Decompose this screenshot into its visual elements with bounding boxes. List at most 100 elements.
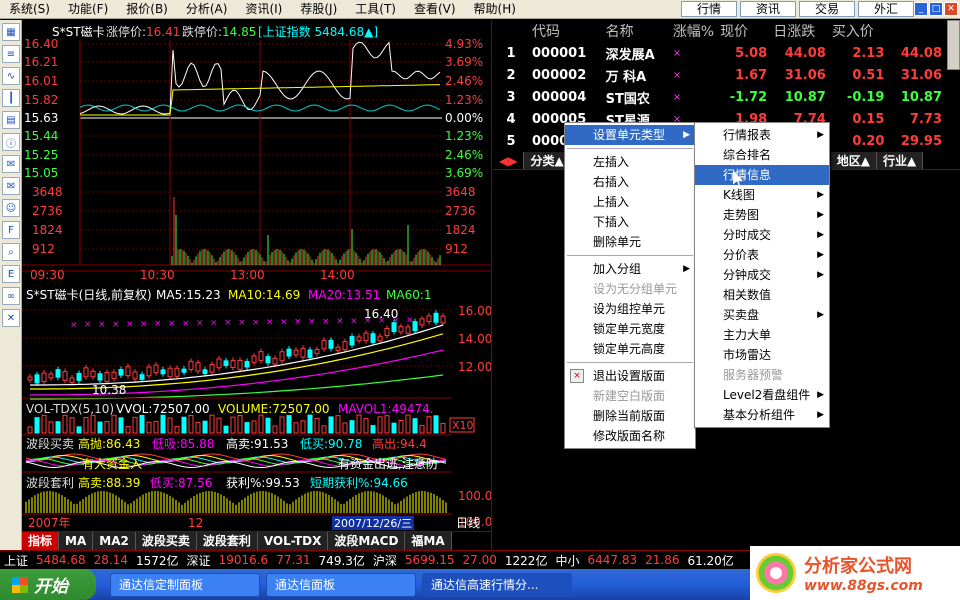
context-menu-item-10[interactable]: 设为组控单元 [565,299,695,319]
taskbar-item-panel[interactable]: 通达信面板 [266,572,416,597]
maximize-icon[interactable]: □ [929,2,943,16]
submenu-item-0[interactable]: 行情报表 ▶ [695,125,829,145]
context-menu-item-12[interactable]: 锁定单元高度 [565,339,695,359]
news-icon[interactable]: ✉ [2,155,20,173]
context-menu-item-8[interactable]: 加入分组 ▶ [565,259,695,279]
header-0[interactable]: 代码 [529,20,603,42]
submenu-item-11[interactable]: 市场雷达 [695,345,829,365]
volume-bar [258,414,264,434]
context-menu-item-6[interactable]: 删除单元 [565,232,695,252]
indicator-tab-3[interactable]: 波段买卖 [135,532,197,550]
indicator-tab-4[interactable]: 波段套利 [196,532,258,550]
f10-icon[interactable]: F [2,221,20,239]
search-icon[interactable]: ⌕ [2,243,20,261]
indicator-tab-6[interactable]: 波段MACD [328,532,406,550]
news-button[interactable]: 资讯 [740,1,796,17]
taskbar-item-market[interactable]: 通达信高速行情分... [422,572,572,597]
menu-separator [567,255,693,256]
context-menu-item-17[interactable]: 修改版面名称 [565,426,695,446]
menu-quote[interactable]: 报价(B) [117,0,177,19]
submenu-item-13[interactable]: Level2看盘组件 ▶ [695,385,829,405]
eif-icon[interactable]: E [2,265,20,283]
start-button[interactable]: 开始 [0,569,96,600]
grid-icon[interactable]: ▦ [2,23,20,41]
close-icon[interactable]: ✕ [944,2,958,16]
table-row[interactable]: 3 000004 ST国农 × -1.72 10.87 -0.19 10.87 [493,86,945,108]
header-3[interactable]: 现价 [717,20,770,42]
submenu-item-6[interactable]: 分价表 ▶ [695,245,829,265]
minimize-icon[interactable]: _ [914,2,928,16]
cell-price: 44.08 [784,45,826,61]
volume-tick-right: 3648 [445,185,476,199]
start-label: 开始 [34,577,68,597]
taskbar-item-custom-panel[interactable]: 通达信定制面板 [110,572,260,597]
submenu-item-2[interactable]: 行情信息 [695,165,829,185]
submenu-item-7[interactable]: 分钟成交 ▶ [695,265,829,285]
header-1[interactable]: 名称 [603,20,670,42]
trade-button[interactable]: 交易 [799,1,855,17]
tab-region[interactable]: 地区▲ [830,152,877,169]
submenu-item-9[interactable]: 买卖盘 ▶ [695,305,829,325]
context-menu-item-11[interactable]: 锁定单元宽度 [565,319,695,339]
indicator-tab-2[interactable]: MA2 [93,532,136,550]
kline-candle [342,341,348,351]
kline-icon[interactable]: ┃ [2,89,20,107]
submenu-arrow-icon: ▶ [817,270,824,280]
indicator-tab-5[interactable]: VOL-TDX [257,532,329,550]
market-button[interactable]: 行情 [681,1,737,17]
indicator-tab-1[interactable]: MA [59,532,94,550]
menu-function[interactable]: 功能(F) [59,0,117,19]
quote-scrollbar[interactable] [947,20,960,70]
submenu-item-14[interactable]: 基本分析组件 ▶ [695,405,829,425]
submenu-item-10[interactable]: 主力大单 [695,325,829,345]
mail-icon[interactable]: ✉ [2,177,20,195]
volume-bar [202,420,208,434]
submenu-item-3[interactable]: K线图 ▶ [695,185,829,205]
forex-button[interactable]: 外汇 [858,1,914,17]
sh-label: 上证 [4,553,29,568]
submenu-item-5[interactable]: 分时成交 ▶ [695,225,829,245]
people-icon[interactable]: ☺ [2,199,20,217]
table-row[interactable]: 2 000002 万 科A × 1.67 31.06 0.51 31.06 [493,64,945,86]
header-2[interactable]: 涨幅% [670,20,717,42]
menu-label: 走势图 [723,208,760,222]
info-icon[interactable]: ⓘ [2,133,20,151]
submenu-item-8[interactable]: 相关数值 [695,285,829,305]
line-chart-icon[interactable]: ∿ [2,67,20,85]
menu-tools[interactable]: 工具(T) [346,0,405,19]
volume-bar [272,425,278,434]
header-5[interactable]: 买入价 [829,20,888,42]
menu-help[interactable]: 帮助(H) [465,0,525,19]
cell-no: 2 [506,67,516,83]
warn-icon[interactable]: ✕ [2,309,20,327]
submenu-item-1[interactable]: 综合排名 [695,145,829,165]
indicator-tab-0[interactable]: 指标 [22,532,60,550]
menu-system[interactable]: 系统(S) [0,0,59,19]
context-menu-item-3[interactable]: 右插入 [565,172,695,192]
limit-down-value: 14.85 [222,25,256,39]
table-row[interactable]: 1 000001 深发展A × 5.08 44.08 2.13 44.08 [493,42,945,64]
context-menu-item-0[interactable]: 设置单元类型 ▶ [565,125,695,145]
header-4[interactable]: 日涨跌 [770,20,829,42]
indicator-tab-7[interactable]: 福MA [405,532,452,550]
menu-recommend[interactable]: 荐股(J) [291,0,346,19]
list-icon[interactable]: ≡ [2,45,20,63]
context-menu-item-16[interactable]: 删除当前版面 [565,406,695,426]
pct-tick: 2.46% [445,74,483,88]
context-menu-item-5[interactable]: 下插入 [565,212,695,232]
volume-bar [321,425,327,434]
tab-industry[interactable]: 行业▲ [876,152,924,169]
context-menu-item-4[interactable]: 上插入 [565,192,695,212]
menu-info[interactable]: 资讯(I) [236,0,291,19]
tab-scroll-arrows[interactable]: ◀▶ [493,152,525,169]
kline-candle [321,339,327,350]
link-icon[interactable]: ∞ [2,287,20,305]
menu-label: 新建空白版面 [593,389,666,403]
volume-bar [279,416,285,434]
report-icon[interactable]: ▤ [2,111,20,129]
menu-analysis[interactable]: 分析(A) [177,0,237,19]
submenu-item-4[interactable]: 走势图 ▶ [695,205,829,225]
context-menu-item-2[interactable]: 左插入 [565,152,695,172]
menu-view[interactable]: 查看(V) [405,0,465,19]
context-menu-item-14[interactable]: × 退出设置版面 [565,366,695,386]
